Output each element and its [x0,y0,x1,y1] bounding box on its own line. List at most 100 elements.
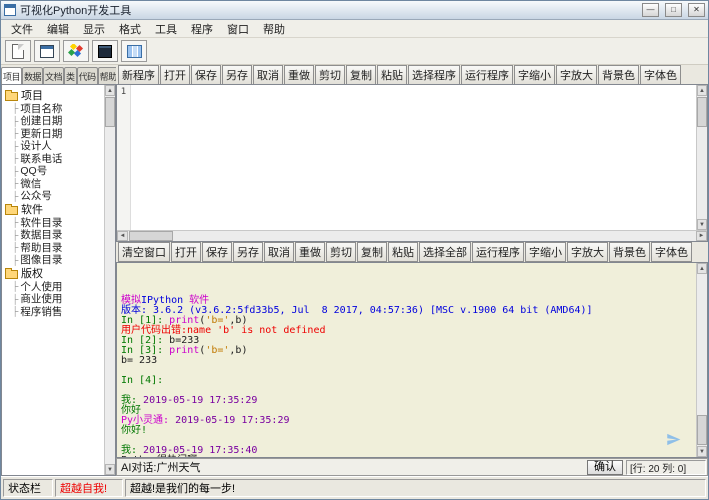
editor-toolbar-button-14[interactable]: 字体色 [640,65,681,84]
console-text-segment: Python很热门啊 [121,455,197,457]
editor-toolbar-button-12[interactable]: 字放大 [556,65,597,84]
tree-item-0-7[interactable]: ├公众号 [5,190,104,203]
code-editor[interactable] [131,85,696,230]
console-toolbar-button-13[interactable]: 背景色 [609,242,650,262]
folder-icon [5,270,18,279]
menu-item-5[interactable]: 程序 [184,19,220,39]
tab-3[interactable]: 类 [64,67,77,84]
console-line-10: 我: 2019-05-19 17:35:29 [121,396,692,406]
editor-toolbar-button-10[interactable]: 运行程序 [461,65,513,84]
editor-toolbar: 新程序打开保存另存取消重做剪切复制粘贴选择程序运行程序字缩小字放大背景色字体色 [116,65,708,84]
editor-toolbar-button-11[interactable]: 字缩小 [514,65,555,84]
console-output[interactable]: 模拟IPython 软件版本: 3.6.2 (v3.6.2:5fd33b5, J… [117,263,696,457]
editor-toolbar-button-6[interactable]: 剪切 [315,65,345,84]
editor-hscrollbar[interactable]: ◄ ► [117,230,707,241]
new-file-button[interactable] [5,40,31,62]
statusbar-cell-1: 超越自我! [55,479,123,497]
console-toolbar-button-9[interactable]: 选择全部 [419,242,471,262]
editor-toolbar-button-0[interactable]: 新程序 [118,65,159,84]
editor-toolbar-button-9[interactable]: 选择程序 [408,65,460,84]
scroll-down-icon[interactable]: ▼ [697,446,707,457]
editor-toolbar-button-13[interactable]: 背景色 [598,65,639,84]
editor-toolbar-button-2[interactable]: 保存 [191,65,221,84]
console-toolbar-button-11[interactable]: 字缩小 [525,242,566,262]
editor-toolbar-button-1[interactable]: 打开 [160,65,190,84]
app-window: 可视化Python开发工具 — □ ✕ 文件编辑显示格式工具程序窗口帮助 [0,0,709,500]
tree-branch-icon: ├ [12,103,18,113]
tree-item-1-3[interactable]: ├图像目录 [5,254,104,267]
editor-toolbar-button-5[interactable]: 重做 [284,65,314,84]
close-button[interactable]: ✕ [688,3,705,17]
tree-scroll-thumb[interactable] [105,97,115,127]
console-line-12: Py小灵通: 2019-05-19 17:35:29 [121,416,692,426]
color-palette-button[interactable] [63,40,89,62]
editor-toolbar-button-3[interactable]: 另存 [222,65,252,84]
scroll-up-icon[interactable]: ▲ [105,85,115,96]
tree-panel: 项目├项目名称├创建日期├更新日期├设计人├联系电话├QQ号├微信├公众号软件├… [1,84,116,476]
scroll-down-icon[interactable]: ▼ [697,219,707,230]
menu-item-2[interactable]: 显示 [76,19,112,39]
tab-4[interactable]: 代码 [77,67,98,84]
console-toolbar-button-8[interactable]: 粘贴 [388,242,418,262]
console-toolbar-button-7[interactable]: 复制 [357,242,387,262]
editor-toolbar-button-8[interactable]: 粘贴 [377,65,407,84]
console-toolbar-button-5[interactable]: 重做 [295,242,325,262]
tab-5[interactable]: 帮助 [98,67,116,84]
send-message-icon[interactable] [665,432,682,447]
editor-vscroll-thumb[interactable] [697,97,707,127]
color-palette-icon [68,44,84,58]
open-window-button[interactable] [34,40,60,62]
console-toolbar-button-12[interactable]: 字放大 [567,242,608,262]
console-scrollbar[interactable]: ▲ ▼ [696,263,707,457]
menu-item-1[interactable]: 编辑 [40,19,76,39]
menubar: 文件编辑显示格式工具程序窗口帮助 [1,20,708,38]
maximize-button[interactable]: □ [665,3,682,17]
menu-item-0[interactable]: 文件 [4,19,40,39]
scroll-up-icon[interactable]: ▲ [697,263,707,274]
console-text-segment: ,b) [229,345,247,356]
minimize-button[interactable]: — [642,3,659,17]
tab-1[interactable]: 数据 [22,67,43,84]
tree-item-2-2[interactable]: ├程序销售 [5,305,104,318]
table-button[interactable] [121,40,147,62]
ai-dialog-input[interactable]: AI对话:广州天气 [118,459,587,475]
editor-toolbar-button-7[interactable]: 复制 [346,65,376,84]
editor-hscroll-thumb[interactable] [129,231,173,241]
console-toolbar-button-2[interactable]: 保存 [202,242,232,262]
menu-item-3[interactable]: 格式 [112,19,148,39]
scroll-left-icon[interactable]: ◄ [117,231,128,241]
console-toolbar-button-6[interactable]: 剪切 [326,242,356,262]
tree-branch-icon: ├ [12,255,18,265]
tab-2[interactable]: 文档 [43,67,64,84]
editor-hscroll-track[interactable] [128,231,696,241]
editor-toolbar-button-4[interactable]: 取消 [253,65,283,84]
scroll-down-icon[interactable]: ▼ [105,464,115,475]
menu-item-6[interactable]: 窗口 [220,19,256,39]
main-area: 项目├项目名称├创建日期├更新日期├设计人├联系电话├QQ号├微信├公众号软件├… [1,84,708,476]
console-scroll-track[interactable] [697,274,707,446]
menu-item-7[interactable]: 帮助 [256,19,292,39]
tree-scrollbar[interactable]: ▲ ▼ [104,85,115,475]
tree-branch-icon: ├ [12,230,18,240]
console-toolbar-button-10[interactable]: 运行程序 [472,242,524,262]
project-tree: 项目├项目名称├创建日期├更新日期├设计人├联系电话├QQ号├微信├公众号软件├… [2,85,104,475]
console-toolbar-button-14[interactable]: 字体色 [651,242,692,262]
console-toolbar-button-3[interactable]: 另存 [233,242,263,262]
tab-0[interactable]: 项目 [1,67,22,84]
console-toolbar-button-4[interactable]: 取消 [264,242,294,262]
tree-scroll-track[interactable] [105,96,115,464]
console-toolbar-button-0[interactable]: 清空窗口 [118,242,170,262]
tree-branch-icon: ├ [12,128,18,138]
scroll-right-icon[interactable]: ► [696,231,707,241]
console-scroll-thumb[interactable] [697,415,707,445]
console-text-segment: In [4]: [121,375,163,386]
editor-vscroll-track[interactable] [697,96,707,219]
scroll-up-icon[interactable]: ▲ [697,85,707,96]
menu-item-4[interactable]: 工具 [148,19,184,39]
tree-branch-icon: ├ [12,217,18,227]
code-window-button[interactable] [92,40,118,62]
tree-branch-icon: ├ [12,141,18,151]
editor-vscrollbar[interactable]: ▲ ▼ [696,85,707,230]
confirm-button[interactable]: 确认 [587,460,623,475]
console-toolbar-button-1[interactable]: 打开 [171,242,201,262]
